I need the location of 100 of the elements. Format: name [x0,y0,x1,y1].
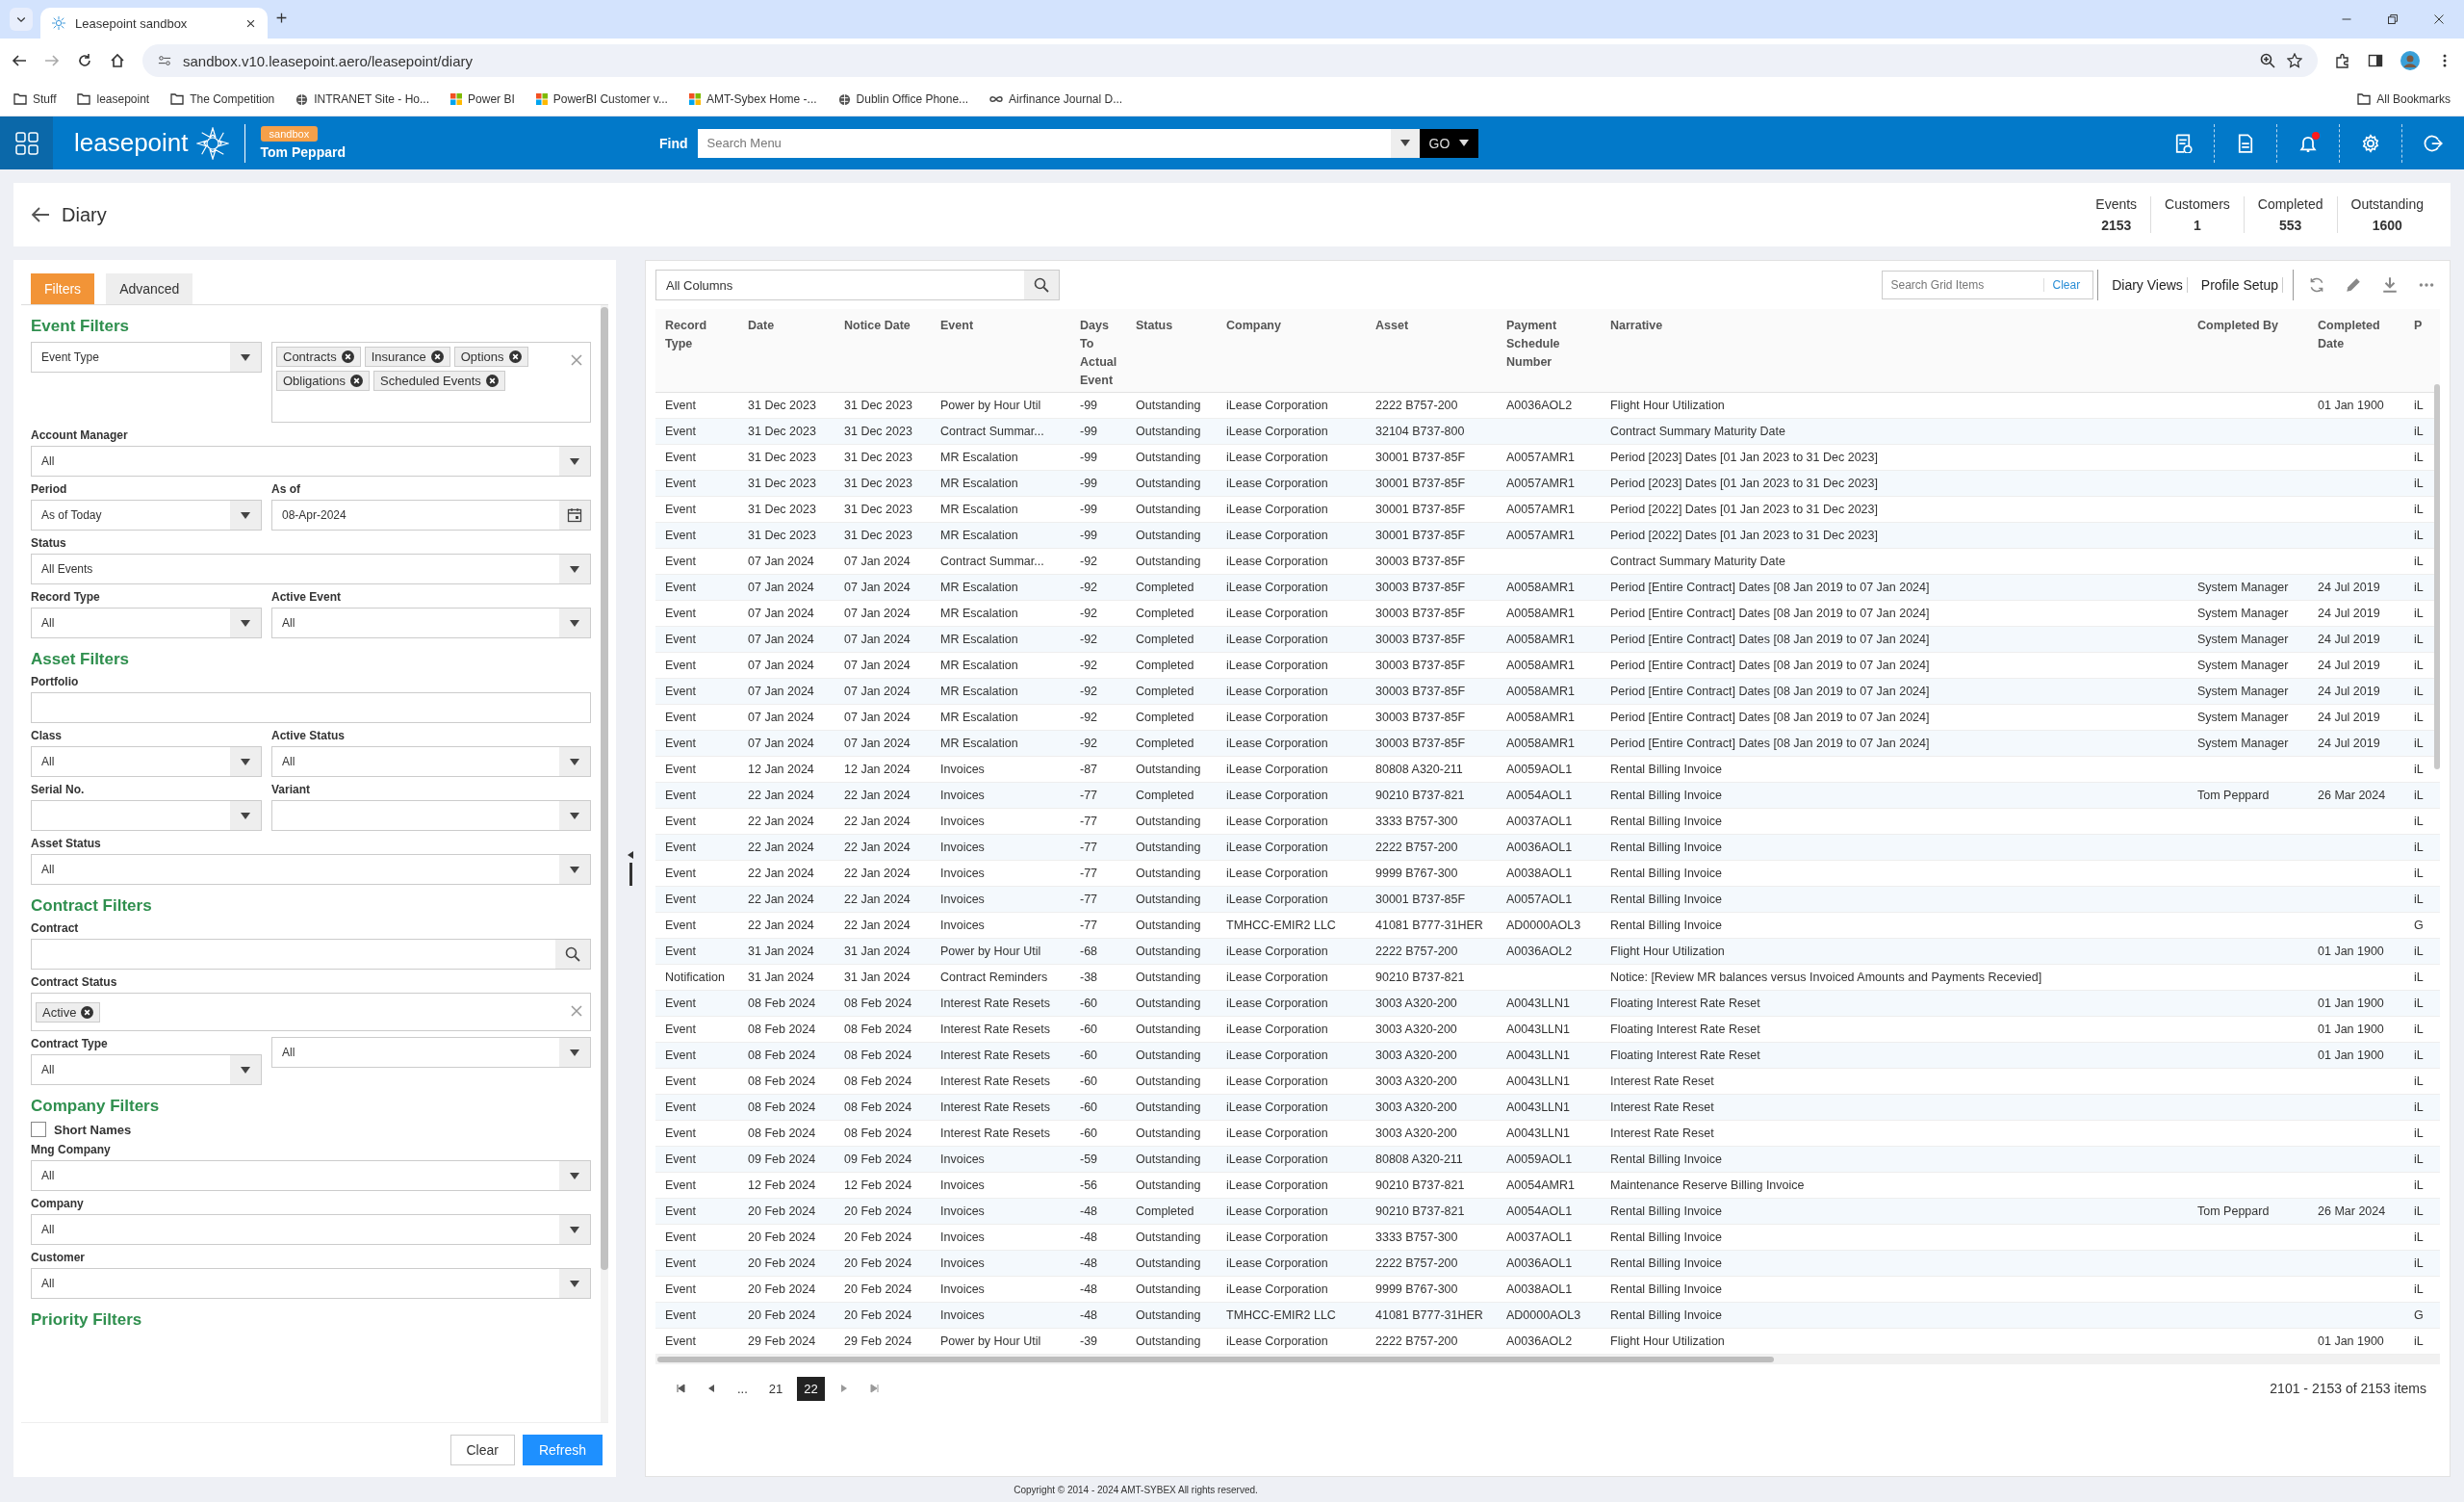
close-icon[interactable] [245,17,256,29]
bookmark[interactable]: PowerBI Customer v... [535,92,668,106]
tag-field[interactable]: Contracts Insurance Options Obligations Scheduled Events [271,342,591,423]
filter-tag[interactable]: Contracts [276,347,361,367]
bookmark[interactable]: Power BI [450,92,515,106]
plus-icon[interactable] [275,12,288,24]
dropdown-field[interactable] [31,800,262,831]
toolbar-button[interactable]: Profile Setup [2196,277,2283,293]
go-button[interactable]: GO [1419,128,1479,158]
dropdown-field[interactable] [271,800,591,831]
page-ellipsis[interactable]: ... [731,1376,755,1401]
dropdown-button[interactable] [1390,128,1420,158]
bookmark[interactable]: INTRANET Site - Ho... [295,92,430,106]
bookmark[interactable]: Airfinance Journal D... [989,92,1123,106]
vertical-scrollbar[interactable] [601,305,608,1422]
text-field[interactable] [31,692,591,723]
dropdown-field[interactable]: All [31,1160,591,1191]
first-page-icon[interactable] [676,1384,685,1393]
settings-icon[interactable] [2361,133,2380,153]
refresh-icon[interactable] [2308,276,2325,294]
address-bar[interactable]: sandbox.v10.leasepoint.aero/leasepoint/diary [142,44,2318,77]
sidebar-icon[interactable] [2368,53,2383,68]
logout-icon[interactable] [2424,133,2443,153]
collapse-arrow-icon[interactable] [628,851,633,859]
column-header[interactable]: Event [940,317,1063,335]
dropdown-field[interactable]: All [271,746,591,777]
back-icon[interactable] [12,53,27,68]
app-launcher-button[interactable] [0,117,53,169]
dropdown-field[interactable]: All [31,746,262,777]
puzzle-icon[interactable] [2335,53,2350,68]
last-page-icon[interactable] [869,1384,880,1393]
dropdown-field[interactable]: All Events [31,554,591,584]
remove-icon[interactable] [81,1005,94,1019]
column-header[interactable]: Asset [1375,317,1489,335]
clear-icon[interactable] [571,1005,582,1017]
bookmark[interactable]: The Competition [170,92,275,106]
page-button[interactable]: 22 [797,1376,825,1401]
dropdown-field[interactable]: All [31,1214,591,1245]
filter-tab[interactable]: Advanced [106,273,193,304]
column-filter-dropdown[interactable]: All Columns [655,270,1060,300]
secondary-button[interactable]: Clear [449,1435,515,1465]
user-name[interactable]: Tom Peppard [260,144,346,160]
dropdown-field[interactable]: All [31,1054,262,1085]
zoom-icon[interactable] [2260,53,2275,68]
column-header[interactable]: P [2414,317,2440,335]
close-icon[interactable] [2433,13,2445,25]
dropdown-field[interactable]: All [271,608,591,638]
remove-icon[interactable] [485,375,499,387]
reload-icon[interactable] [77,53,92,68]
filter-tag[interactable]: Active [36,1001,101,1023]
column-header[interactable]: Notice Date [844,317,923,335]
bookmark[interactable]: Dublin Office Phone... [837,92,969,106]
dropdown-field[interactable]: Event Type [31,342,262,373]
remove-icon[interactable] [430,350,444,363]
dropdown-field[interactable]: As of Today [31,500,262,531]
filter-tag[interactable]: Insurance [364,347,450,367]
sun-icon[interactable] [52,16,65,30]
checked-document-icon[interactable] [2173,133,2193,153]
dropdown-field[interactable]: All [31,608,262,638]
filter-tag[interactable]: Obligations [276,371,371,391]
clear-link[interactable]: Clear [2043,278,2089,292]
dropdown-field[interactable]: All [31,1268,591,1299]
dropdown-field[interactable]: All [271,1037,591,1068]
column-header[interactable]: Status [1136,317,1209,335]
checkbox[interactable] [31,1122,46,1137]
restore-icon[interactable] [2387,13,2399,25]
remove-icon[interactable] [350,375,364,387]
filter-tag[interactable]: Scheduled Events [373,371,505,391]
download-icon[interactable] [2381,276,2399,294]
bookmark[interactable]: Stuff [13,92,57,106]
bookmark[interactable]: All Bookmarks [2357,92,2451,106]
remove-icon[interactable] [341,350,354,363]
splitter-handle[interactable] [629,863,632,886]
app-logo[interactable]: leasepoint [74,128,189,158]
bookmark[interactable]: leasepoint [77,92,150,106]
document-icon[interactable] [2236,133,2255,153]
toolbar-button[interactable]: Diary Views [2108,277,2188,293]
filter-tag[interactable]: Options [453,347,528,367]
home-icon[interactable] [110,53,125,68]
date-field[interactable]: 08-Apr-2024 [271,500,591,531]
tag-field[interactable]: Active [31,993,591,1031]
back-icon[interactable] [31,205,50,224]
column-header[interactable]: Date [748,317,827,335]
page-button[interactable]: 21 [761,1376,790,1401]
browser-tab[interactable]: Leasepoint sandbox [40,8,268,39]
site-settings-icon[interactable] [158,54,171,67]
dropdown-field[interactable]: All [31,854,591,885]
dropdown-field[interactable]: All [31,446,591,477]
column-header[interactable]: Company [1226,317,1358,335]
pencil-icon[interactable] [2345,276,2362,294]
search-field[interactable] [31,939,591,970]
bookmark[interactable]: AMT-Sybex Home -... [688,92,817,106]
avatar-icon[interactable] [2400,51,2420,70]
menu-search-field[interactable]: Search Menu [697,128,1391,158]
vertical-scrollbar[interactable] [2434,384,2440,769]
calendar-icon[interactable] [567,507,582,523]
next-icon[interactable] [838,1384,849,1393]
remove-icon[interactable] [508,350,522,363]
horizontal-scrollbar[interactable] [655,1355,2440,1364]
star-icon[interactable] [2287,53,2302,68]
